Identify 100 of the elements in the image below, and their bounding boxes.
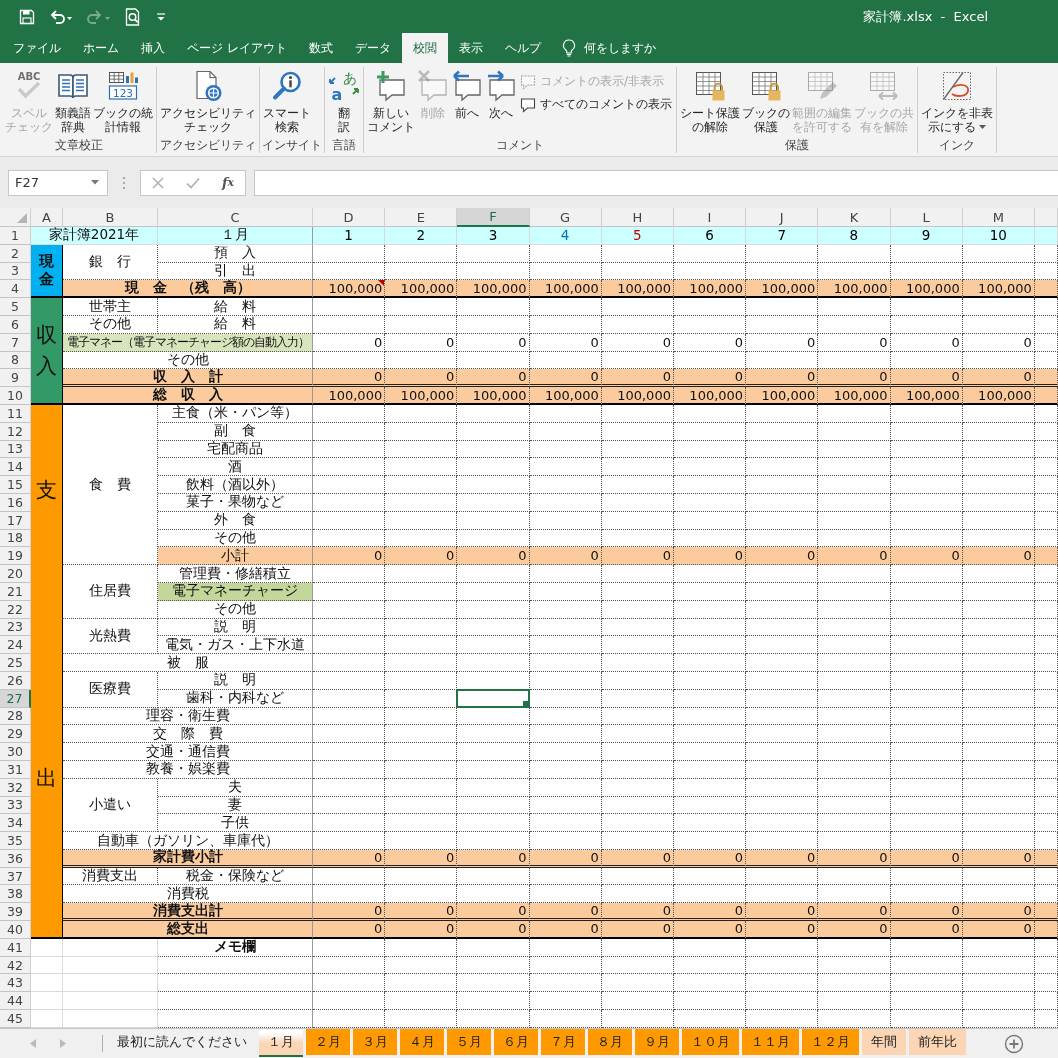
- row-header[interactable]: 45: [0, 1010, 31, 1028]
- row-header[interactable]: 44: [0, 992, 31, 1011]
- table-cell: 0: [818, 921, 891, 939]
- accessibility-check-button[interactable]: アクセシビリティ チェック: [159, 69, 257, 134]
- table-cell: 100,000: [818, 387, 891, 405]
- ribbon-tab[interactable]: ヘルプ: [493, 33, 552, 63]
- curved-arrow-right-caret-icon: [87, 8, 111, 25]
- table-cell: 0: [818, 903, 891, 922]
- hide-ink-button[interactable]: インクを非表 示にする: [920, 69, 994, 134]
- sheet-tab[interactable]: ２月: [306, 1029, 350, 1055]
- table-cell: 0: [457, 903, 530, 922]
- row-header[interactable]: 15: [0, 476, 31, 494]
- row-header[interactable]: 29: [0, 725, 31, 744]
- tell-me-search[interactable]: 何をしますか: [551, 33, 666, 63]
- section-cell: 支出: [31, 404, 63, 939]
- curved-arrow-left-caret-icon: [49, 8, 73, 25]
- row-header[interactable]: 35: [0, 832, 31, 850]
- fill-handle[interactable]: [522, 700, 528, 706]
- column-header[interactable]: L: [890, 208, 963, 227]
- table-cell: 0: [313, 547, 386, 566]
- column-header[interactable]: B: [63, 208, 158, 227]
- sheet-tab[interactable]: 年間: [862, 1029, 906, 1055]
- ribbon-group-label: 言語: [332, 138, 356, 153]
- column-header[interactable]: D: [313, 208, 386, 227]
- column-header[interactable]: F: [457, 208, 530, 227]
- row-header[interactable]: 20: [0, 565, 31, 583]
- table-cell: その他: [158, 600, 313, 619]
- ribbon-tab[interactable]: 挿入: [130, 33, 176, 63]
- row-header[interactable]: 25: [0, 654, 31, 672]
- protect-workbook-button[interactable]: ブックの 保護: [741, 69, 791, 134]
- row-header[interactable]: 34: [0, 814, 31, 833]
- sheet-tab[interactable]: 前年比: [909, 1029, 966, 1055]
- row-header[interactable]: 40: [0, 921, 31, 939]
- row-header[interactable]: 4: [0, 280, 31, 299]
- sheet-tab[interactable]: １０月: [682, 1029, 739, 1055]
- grip-icon[interactable]: [122, 175, 126, 190]
- sheet-tab[interactable]: ８月: [588, 1029, 632, 1055]
- ribbon-tab[interactable]: 数式: [297, 33, 344, 63]
- column-header[interactable]: C: [158, 208, 313, 227]
- sheet-tab[interactable]: ６月: [494, 1029, 538, 1055]
- table-cell: 0: [601, 369, 674, 388]
- row-header[interactable]: 9: [0, 369, 31, 388]
- next-comment-button[interactable]: 次へ: [484, 69, 518, 120]
- select-all-button[interactable]: [0, 208, 31, 227]
- table-cell: 8: [818, 227, 891, 245]
- sheet-tab[interactable]: １２月: [802, 1029, 859, 1055]
- row-header[interactable]: 38: [0, 885, 31, 904]
- sheet-tab[interactable]: ４月: [400, 1029, 444, 1055]
- ribbon-group-label: アクセシビリティ: [160, 138, 256, 153]
- table-cell: 100,000: [529, 280, 602, 299]
- ribbon-tab[interactable]: 校閲: [401, 33, 448, 63]
- row-header[interactable]: 19: [0, 547, 31, 566]
- show-all-comments-button[interactable]: すべてのコメントの表示: [518, 95, 674, 114]
- unprotect-sheet-button[interactable]: シート保護 の解除: [679, 69, 741, 134]
- table-cell: 0: [673, 547, 747, 566]
- table-cell: 家計簿2021年: [31, 227, 158, 245]
- ribbon-tab[interactable]: ファイル: [2, 33, 72, 63]
- column-header[interactable]: J: [746, 208, 819, 227]
- smart-lookup-button[interactable]: スマート 検索: [262, 69, 312, 134]
- ribbon-tab[interactable]: データ: [343, 33, 402, 63]
- column-header[interactable]: K: [818, 208, 891, 227]
- row-header[interactable]: 43: [0, 974, 31, 993]
- column-header[interactable]: [1034, 208, 1058, 227]
- translate-button[interactable]: あ a 翻 訳: [327, 69, 361, 134]
- magnifier-info-icon: [271, 70, 303, 102]
- row-header[interactable]: 30: [0, 743, 31, 761]
- column-header[interactable]: E: [385, 208, 458, 227]
- ribbon-tab[interactable]: 表示: [447, 33, 494, 63]
- table-cell: 1: [313, 227, 386, 245]
- previous-comment-button[interactable]: 前へ: [450, 69, 484, 120]
- sheet-tab[interactable]: １月: [259, 1029, 303, 1057]
- speech-bubble-plus-icon: [375, 70, 407, 102]
- workbook-statistics-button[interactable]: 123 ブックの統 計情報: [92, 69, 154, 134]
- close-icon: [152, 176, 164, 189]
- table-cell: 給 料: [158, 298, 313, 316]
- thesaurus-button[interactable]: 類義語 辞典: [54, 69, 92, 134]
- sheet-tab[interactable]: １１月: [742, 1029, 799, 1055]
- right-caret-icon: [60, 1039, 66, 1048]
- sheet-tab[interactable]: ３月: [353, 1029, 397, 1055]
- row-header[interactable]: 39: [0, 903, 31, 922]
- column-header[interactable]: M: [962, 208, 1035, 227]
- formula-input[interactable]: [254, 169, 1058, 196]
- row-header[interactable]: 10: [0, 387, 31, 405]
- column-header[interactable]: G: [529, 208, 602, 227]
- row-header[interactable]: 24: [0, 636, 31, 655]
- column-header[interactable]: I: [673, 208, 747, 227]
- column-header[interactable]: A: [31, 208, 63, 227]
- speech-bubble-right-arrow-icon: [485, 70, 517, 102]
- row-header[interactable]: 5: [0, 298, 31, 316]
- row-header[interactable]: 1: [0, 227, 31, 245]
- sheet-tab[interactable]: ５月: [447, 1029, 491, 1055]
- new-comment-button[interactable]: 新しい コメント: [366, 69, 416, 134]
- row-header[interactable]: 14: [0, 458, 31, 477]
- column-header[interactable]: H: [601, 208, 674, 227]
- ribbon-tab[interactable]: ページ レイアウト: [176, 33, 298, 63]
- sheet-tab[interactable]: ９月: [635, 1029, 679, 1055]
- sheet-tab[interactable]: ７月: [541, 1029, 585, 1055]
- table-cell: 0: [673, 333, 747, 352]
- ribbon-tab[interactable]: ホーム: [72, 33, 130, 63]
- name-box[interactable]: F27: [8, 169, 108, 196]
